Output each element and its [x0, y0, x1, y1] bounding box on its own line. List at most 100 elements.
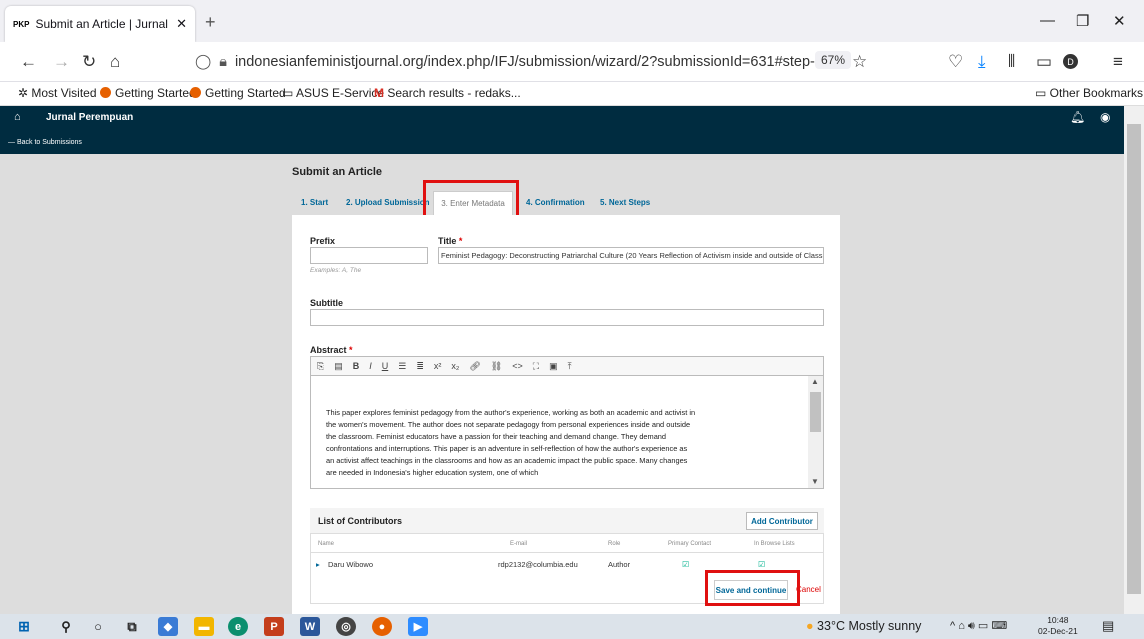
- title-input[interactable]: Feminist Pedagogy: Deconstructing Patria…: [438, 247, 824, 264]
- bookmark-search-results[interactable]: M Search results - redaks...: [374, 86, 521, 100]
- bookmark-star-icon[interactable]: ☆: [852, 52, 867, 72]
- prefix-hint: Examples: A, The: [310, 267, 362, 274]
- editor-toolbar: ⎘ ▤ B I U ☰ ≣ x² x₂ 🔗︎ ⛓ <> ⛶ ▣ ⤒: [310, 356, 824, 376]
- sidebar-icon[interactable]: ▭: [1036, 52, 1052, 72]
- browse-lists-check-icon[interactable]: ☑: [758, 560, 765, 569]
- abstract-text[interactable]: This paper explores feminist pedagogy fr…: [326, 407, 696, 479]
- address-bar[interactable]: ◯ 🔒︎ indonesianfeministjournal.org/index…: [195, 47, 885, 77]
- folder-icon: ▭: [1035, 86, 1050, 100]
- zoom-app-icon[interactable]: ▶: [408, 617, 428, 636]
- tab-start[interactable]: 1. Start: [301, 198, 328, 207]
- edge-icon[interactable]: e: [228, 617, 248, 636]
- gear-icon: ✲: [18, 86, 32, 100]
- paste-icon[interactable]: ▤: [334, 361, 343, 372]
- link-icon[interactable]: 🔗︎: [469, 361, 480, 372]
- contributor-email: rdp2132@columbia.edu: [498, 560, 578, 569]
- highlight-box-save: [705, 570, 800, 606]
- home-icon[interactable]: ⌂: [110, 52, 120, 72]
- copy-icon[interactable]: ⎘: [317, 361, 324, 372]
- forward-icon[interactable]: →: [53, 52, 70, 72]
- windows-start-icon[interactable]: ⊞: [14, 617, 34, 636]
- file-explorer-icon[interactable]: ▬: [194, 617, 214, 636]
- primary-contact-check-icon[interactable]: ☑: [682, 560, 689, 569]
- italic-icon[interactable]: I: [369, 361, 372, 371]
- scroll-up-icon[interactable]: ▲: [811, 377, 819, 386]
- unlink-icon[interactable]: ⛓: [491, 361, 502, 372]
- prefix-label: Prefix: [310, 236, 336, 246]
- bold-icon[interactable]: B: [353, 361, 360, 371]
- download-icon[interactable]: ⤓: [978, 52, 986, 72]
- image-icon[interactable]: ▣: [549, 361, 558, 372]
- back-to-submissions-link[interactable]: — Back to Submissions: [8, 139, 82, 146]
- other-bookmarks[interactable]: ▭ Other Bookmarks: [1035, 86, 1143, 100]
- user-profile-icon[interactable]: ◉: [1100, 110, 1110, 124]
- tab-next-steps[interactable]: 5. Next Steps: [600, 198, 650, 207]
- notification-bell-icon[interactable]: 🔔︎: [1070, 110, 1085, 124]
- bookmark-asus-eservice[interactable]: ▭ ASUS E-Service: [282, 86, 384, 100]
- col-name: Name: [318, 541, 335, 547]
- back-icon[interactable]: ←: [20, 52, 37, 72]
- powerpoint-icon[interactable]: P: [264, 617, 284, 636]
- page-title: Submit an Article: [292, 166, 383, 178]
- add-contributor-button[interactable]: Add Contributor: [746, 512, 818, 530]
- zoom-level[interactable]: 67%: [815, 51, 852, 69]
- close-tab-icon[interactable]: ✕: [176, 16, 187, 32]
- page-scrollbar-thumb[interactable]: [1127, 124, 1141, 594]
- library-icon[interactable]: ⫴: [1008, 52, 1015, 72]
- numbered-list-icon[interactable]: ≣: [416, 361, 424, 372]
- scroll-down-icon[interactable]: ▼: [811, 477, 819, 486]
- chrome-icon[interactable]: ◎: [336, 617, 356, 636]
- clock[interactable]: 10:48 02-Dec-21: [1038, 615, 1078, 637]
- prefix-input[interactable]: [310, 247, 428, 264]
- bookmark-getting-started-2[interactable]: Getting Started: [190, 86, 286, 100]
- journal-name[interactable]: Jurnal Perempuan: [46, 112, 133, 123]
- reload-icon[interactable]: ↻: [82, 52, 96, 72]
- divider: [310, 552, 824, 553]
- pocket-icon[interactable]: ♡: [948, 52, 963, 72]
- tab-confirmation[interactable]: 4. Confirmation: [526, 198, 585, 207]
- new-tab-icon[interactable]: +: [205, 12, 216, 33]
- notification-center-icon[interactable]: ▤: [1102, 618, 1114, 634]
- browser-tab[interactable]: PKP Submit an Article | Jurnal Peren ✕: [5, 6, 195, 42]
- system-tray-icons[interactable]: ^ ⌂ 🔊︎ ▭ ⌨: [950, 619, 1007, 633]
- app-subheader: [0, 130, 1124, 154]
- weather-widget[interactable]: ● 33°C Mostly sunny: [806, 619, 921, 633]
- menu-icon[interactable]: ≡: [1113, 52, 1123, 72]
- search-icon[interactable]: ⚲: [56, 617, 76, 636]
- subtitle-input[interactable]: [310, 309, 824, 326]
- task-view-icon[interactable]: ⧉: [122, 617, 142, 636]
- col-role: Role: [608, 541, 621, 547]
- subscript-icon[interactable]: x₂: [451, 361, 459, 371]
- bookmark-most-visited[interactable]: ✲ Most Visited: [18, 86, 97, 100]
- bullet-list-icon[interactable]: ☰: [398, 361, 406, 372]
- editor-scrollbar-thumb[interactable]: [810, 392, 821, 432]
- sitemap-icon[interactable]: ⌂: [14, 111, 21, 123]
- tab-upload-submission[interactable]: 2. Upload Submission: [346, 198, 430, 207]
- col-email: E-mail: [510, 541, 528, 547]
- restore-icon[interactable]: ❐: [1076, 12, 1089, 30]
- tab-title: Submit an Article | Jurnal Peren: [35, 17, 172, 31]
- gmail-icon: M: [374, 86, 388, 100]
- people-app-icon[interactable]: ◆: [158, 617, 178, 636]
- lock-icon[interactable]: 🔒︎: [219, 54, 227, 70]
- abstract-label: Abstract *: [310, 345, 353, 355]
- code-icon[interactable]: <>: [512, 361, 523, 371]
- bookmark-getting-started[interactable]: Getting Started: [100, 86, 196, 100]
- shield-icon[interactable]: ◯: [195, 54, 211, 70]
- url-text: indonesianfeministjournal.org/index.php/…: [234, 54, 823, 70]
- expand-row-icon[interactable]: ▸: [316, 560, 320, 569]
- fullscreen-icon[interactable]: ⛶: [533, 361, 539, 372]
- contributor-role: Author: [608, 560, 631, 569]
- underline-icon[interactable]: U: [382, 361, 389, 371]
- title-label: Title *: [438, 236, 463, 246]
- firefox-taskbar-icon[interactable]: ●: [372, 617, 392, 636]
- profile-avatar[interactable]: D: [1063, 54, 1078, 69]
- cortana-icon[interactable]: ○: [88, 617, 108, 636]
- word-icon[interactable]: W: [300, 617, 320, 636]
- upload-icon[interactable]: ⤒: [568, 361, 572, 372]
- close-window-icon[interactable]: ✕: [1113, 12, 1126, 30]
- highlight-box-metadata: [423, 180, 519, 220]
- minimize-icon[interactable]: —: [1040, 12, 1055, 29]
- col-primary-contact: Primary Contact: [668, 541, 712, 547]
- superscript-icon[interactable]: x²: [434, 361, 442, 371]
